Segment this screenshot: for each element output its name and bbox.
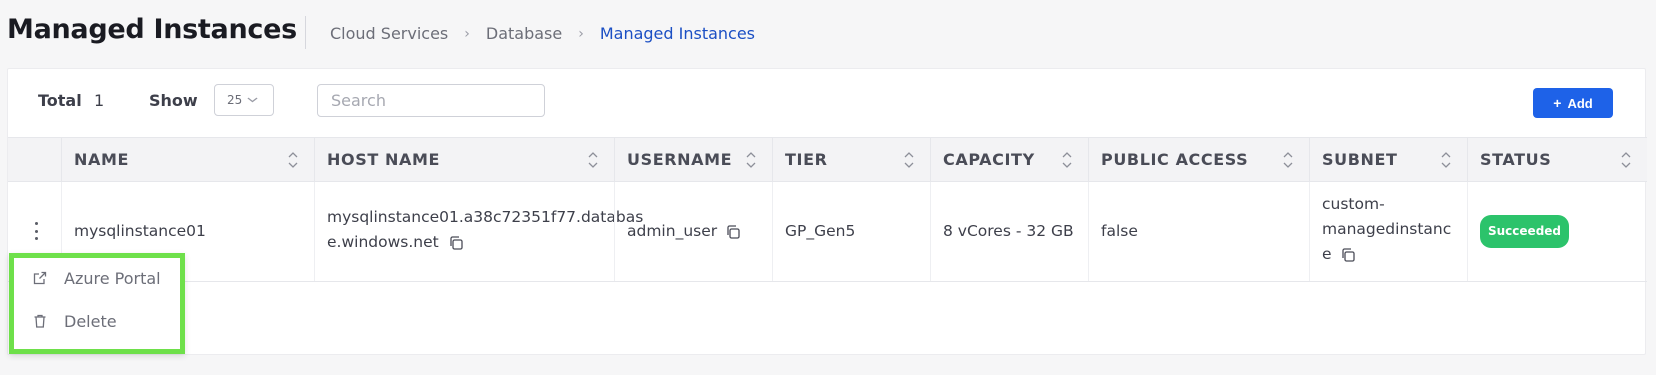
cell-username: admin_user [614,182,772,281]
sort-icon [1441,152,1451,168]
add-button[interactable]: + Add [1533,88,1613,118]
external-link-icon [33,271,47,285]
subnet-line: e [1322,245,1332,263]
column-header-subnet[interactable]: SUBNET [1309,138,1467,181]
column-header-capacity[interactable]: CAPACITY [930,138,1088,181]
host-name-line: e.windows.net [327,233,439,251]
column-header-label: CAPACITY [943,150,1035,169]
page-title: Managed Instances [7,14,297,45]
cell-status: Succeeded [1467,182,1647,281]
breadcrumb-separator-icon: › [578,25,584,42]
menu-item-azure-portal[interactable]: Azure Portal [14,258,180,298]
cell-host-name: mysqlinstance01.a38c72351f77.databas e.w… [314,182,644,281]
column-header-tier[interactable]: TIER [772,138,930,181]
sort-icon [904,152,914,168]
public-access-value: false [1101,222,1138,240]
cell-tier: GP_Gen5 [772,182,930,281]
status-badge: Succeeded [1480,215,1570,248]
breadcrumb-cloud-services[interactable]: Cloud Services [330,24,448,43]
tier-value: GP_Gen5 [785,222,856,240]
show-label: Show [149,91,198,110]
menu-item-label: Delete [64,311,117,331]
column-header-public-access[interactable]: PUBLIC ACCESS [1088,138,1309,181]
instances-card: Total 1 Show 25 + Add NAME HOST NAME USE… [7,68,1647,355]
plus-icon: + [1553,95,1562,111]
cell-subnet: custom- managedinstanc e [1309,182,1467,281]
add-button-label: Add [1567,95,1593,111]
column-header-host-name[interactable]: HOST NAME [314,138,614,181]
row-actions-menu: Azure Portal Delete [9,253,185,354]
breadcrumb-managed-instances: Managed Instances [599,24,756,43]
column-header-label: NAME [74,150,130,169]
subnet-line: custom- [1322,195,1385,213]
host-name-line: mysqlinstance01.a38c72351f77.databas [327,208,644,226]
menu-item-delete[interactable]: Delete [14,301,180,341]
cell-public-access: false [1088,182,1309,281]
copy-icon[interactable] [448,235,464,251]
column-header-name[interactable]: NAME [61,138,314,181]
title-divider [305,16,306,49]
chevron-down-icon [247,97,258,103]
sort-icon [746,152,756,168]
cell-capacity: 8 vCores - 32 GB [930,182,1088,281]
sort-icon [288,152,298,168]
column-header-label: HOST NAME [327,150,441,169]
trash-icon [34,314,46,328]
column-header-label: STATUS [1480,150,1552,169]
capacity-value: 8 vCores - 32 GB [943,222,1074,240]
sort-icon [1062,152,1072,168]
column-header-username[interactable]: USERNAME [614,138,772,181]
menu-item-label: Azure Portal [64,268,161,288]
breadcrumb-database[interactable]: Database [486,24,562,43]
sort-icon [1283,152,1293,168]
more-vertical-icon[interactable] [33,222,39,240]
column-header-status[interactable]: STATUS [1467,138,1647,181]
page-header: Managed Instances Cloud Services › Datab… [0,0,1656,68]
sort-icon [1621,152,1631,168]
column-header-label: USERNAME [627,150,733,169]
column-header-label: PUBLIC ACCESS [1101,150,1249,169]
copy-icon[interactable] [725,224,741,240]
copy-icon[interactable] [1340,247,1356,263]
breadcrumb: Cloud Services › Database › Managed Inst… [330,24,755,43]
breadcrumb-separator-icon: › [464,25,470,42]
total-count: 1 [94,91,105,110]
username-value: admin_user [627,222,718,240]
sort-icon [588,152,598,168]
subnet-line: managedinstanc [1322,220,1452,238]
column-header-label: SUBNET [1322,150,1398,169]
column-header-label: TIER [785,150,828,169]
column-header-actions [8,138,61,181]
page-size-select[interactable]: 25 [214,84,274,116]
search-input[interactable] [317,84,545,117]
page-size-value: 25 [227,93,243,107]
table-row: mysqlinstance01 mysqlinstance01.a38c7235… [8,182,1647,282]
total-label: Total [38,91,82,110]
instance-name: mysqlinstance01 [74,222,206,240]
table-header: NAME HOST NAME USERNAME TIER CAPACITY PU… [8,137,1647,182]
